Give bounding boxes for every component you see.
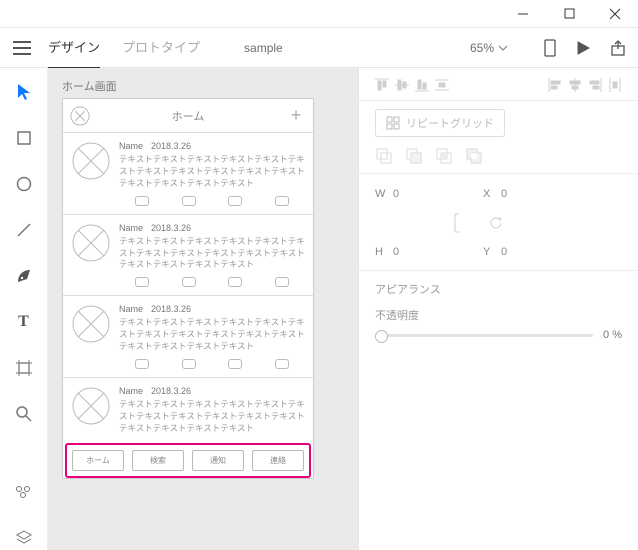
x-value[interactable]: 0 bbox=[501, 188, 561, 200]
grid-icon bbox=[386, 116, 400, 130]
h-value[interactable]: 0 bbox=[393, 246, 453, 258]
repeat-grid-button[interactable]: リピートグリッド bbox=[375, 109, 505, 137]
boolean-ops bbox=[375, 147, 622, 165]
intersect-icon[interactable] bbox=[435, 147, 453, 165]
bottom-tabbar: ホーム 検索 通知 連絡 bbox=[72, 450, 304, 471]
window-close[interactable] bbox=[592, 0, 638, 28]
h-label: H bbox=[375, 246, 393, 258]
w-label: W bbox=[375, 188, 393, 200]
lock-aspect-icon[interactable] bbox=[453, 212, 467, 234]
avatar-placeholder-icon bbox=[71, 141, 111, 181]
opacity-slider[interactable] bbox=[375, 334, 593, 337]
tabbar-search[interactable]: 検索 bbox=[132, 450, 184, 471]
hamburger-icon[interactable] bbox=[12, 38, 32, 58]
opacity-value[interactable]: 0 % bbox=[603, 329, 622, 341]
rectangle-tool[interactable] bbox=[12, 126, 36, 150]
tab-prototype[interactable]: プロトタイプ bbox=[122, 26, 200, 69]
distribute-h-icon[interactable] bbox=[608, 78, 622, 92]
list-item: Name 2018.3.26 テキストテキストテキストテキストテキストテキストテキ… bbox=[63, 215, 313, 297]
device-preview-icon[interactable] bbox=[544, 39, 556, 57]
card-name: Name bbox=[119, 223, 143, 233]
pen-tool[interactable] bbox=[12, 264, 36, 288]
assets-icon[interactable] bbox=[12, 480, 36, 504]
card-name: Name bbox=[119, 304, 143, 314]
list-item: Name 2018.3.26 テキストテキストテキストテキストテキストテキストテキ… bbox=[63, 378, 313, 437]
card-date: 2018.3.26 bbox=[151, 304, 191, 314]
window-titlebar bbox=[0, 0, 638, 28]
filename: sample bbox=[244, 41, 283, 55]
avatar-placeholder-icon bbox=[71, 304, 111, 344]
zoom-value: 65% bbox=[470, 41, 494, 55]
text-tool[interactable]: T bbox=[12, 310, 36, 334]
align-top-icon[interactable] bbox=[375, 78, 389, 92]
list-item: Name 2018.3.26 テキストテキストテキストテキストテキストテキストテキ… bbox=[63, 296, 313, 378]
card-date: 2018.3.26 bbox=[151, 386, 191, 396]
align-left-icon[interactable] bbox=[548, 78, 562, 92]
card-text: テキストテキストテキストテキストテキストテキストテキストテキストテキストテキスト… bbox=[119, 236, 305, 272]
line-tool[interactable] bbox=[12, 218, 36, 242]
tab-design[interactable]: デザイン bbox=[48, 26, 100, 69]
layers-icon[interactable] bbox=[12, 526, 36, 550]
properties-panel: リピートグリッド W 0 X 0 H 0 Y 0 アピアランス bbox=[358, 68, 638, 550]
window-maximize[interactable] bbox=[546, 0, 592, 28]
align-right-icon[interactable] bbox=[588, 78, 602, 92]
tabbar-highlight: ホーム 検索 通知 連絡 bbox=[65, 443, 311, 478]
repeat-grid-label: リピートグリッド bbox=[406, 115, 494, 131]
plus-icon: + bbox=[285, 105, 307, 127]
close-circle-icon bbox=[69, 105, 91, 127]
select-tool[interactable] bbox=[12, 80, 36, 104]
card-date: 2018.3.26 bbox=[151, 141, 191, 151]
distribute-v-icon[interactable] bbox=[435, 78, 449, 92]
window-minimize[interactable] bbox=[500, 0, 546, 28]
tabbar-notice[interactable]: 通知 bbox=[192, 450, 244, 471]
share-icon[interactable] bbox=[610, 40, 626, 56]
ellipse-tool[interactable] bbox=[12, 172, 36, 196]
exclude-icon[interactable] bbox=[465, 147, 483, 165]
play-icon[interactable] bbox=[576, 41, 590, 55]
list-item: Name 2018.3.26 テキストテキストテキストテキストテキストテキストテキ… bbox=[63, 133, 313, 215]
align-vcenter-icon[interactable] bbox=[395, 78, 409, 92]
appearance-label: アピアランス bbox=[375, 281, 622, 297]
opacity-label: 不透明度 bbox=[375, 307, 622, 323]
card-text: テキストテキストテキストテキストテキストテキストテキストテキストテキストテキスト… bbox=[119, 399, 305, 435]
card-actions bbox=[119, 196, 305, 206]
y-label: Y bbox=[483, 246, 501, 258]
avatar-placeholder-icon bbox=[71, 223, 111, 263]
avatar-placeholder-icon bbox=[71, 386, 111, 426]
artboard-header: ホーム + bbox=[63, 99, 313, 133]
y-value[interactable]: 0 bbox=[501, 246, 561, 258]
artboard-label[interactable]: ホーム画面 bbox=[62, 78, 344, 94]
card-text: テキストテキストテキストテキストテキストテキストテキストテキストテキストテキスト… bbox=[119, 317, 305, 353]
tool-strip: T bbox=[0, 68, 48, 550]
tabbar-home[interactable]: ホーム bbox=[72, 450, 124, 471]
zoom-tool[interactable] bbox=[12, 402, 36, 426]
canvas[interactable]: ホーム画面 ホーム + Name 2018.3.26 テキストテキストテキストテキ… bbox=[48, 68, 358, 550]
artboard-tool[interactable] bbox=[12, 356, 36, 380]
card-text: テキストテキストテキストテキストテキストテキストテキストテキストテキストテキスト… bbox=[119, 154, 305, 190]
x-label: X bbox=[483, 188, 501, 200]
card-name: Name bbox=[119, 386, 143, 396]
align-hcenter-icon[interactable] bbox=[568, 78, 582, 92]
artboard-title: ホーム bbox=[91, 108, 285, 124]
card-name: Name bbox=[119, 141, 143, 151]
rotate-icon[interactable] bbox=[489, 216, 503, 230]
union-icon[interactable] bbox=[375, 147, 393, 165]
zoom-dropdown[interactable]: 65% bbox=[470, 41, 508, 55]
card-date: 2018.3.26 bbox=[151, 223, 191, 233]
tabbar-contact[interactable]: 連絡 bbox=[252, 450, 304, 471]
align-controls bbox=[375, 78, 622, 92]
card-actions bbox=[119, 359, 305, 369]
card-actions bbox=[119, 277, 305, 287]
w-value[interactable]: 0 bbox=[393, 188, 453, 200]
artboard[interactable]: ホーム + Name 2018.3.26 テキストテキストテキストテキストテキスト… bbox=[62, 98, 314, 479]
top-toolbar: デザイン プロトタイプ sample 65% bbox=[0, 28, 638, 68]
align-bottom-icon[interactable] bbox=[415, 78, 429, 92]
subtract-icon[interactable] bbox=[405, 147, 423, 165]
